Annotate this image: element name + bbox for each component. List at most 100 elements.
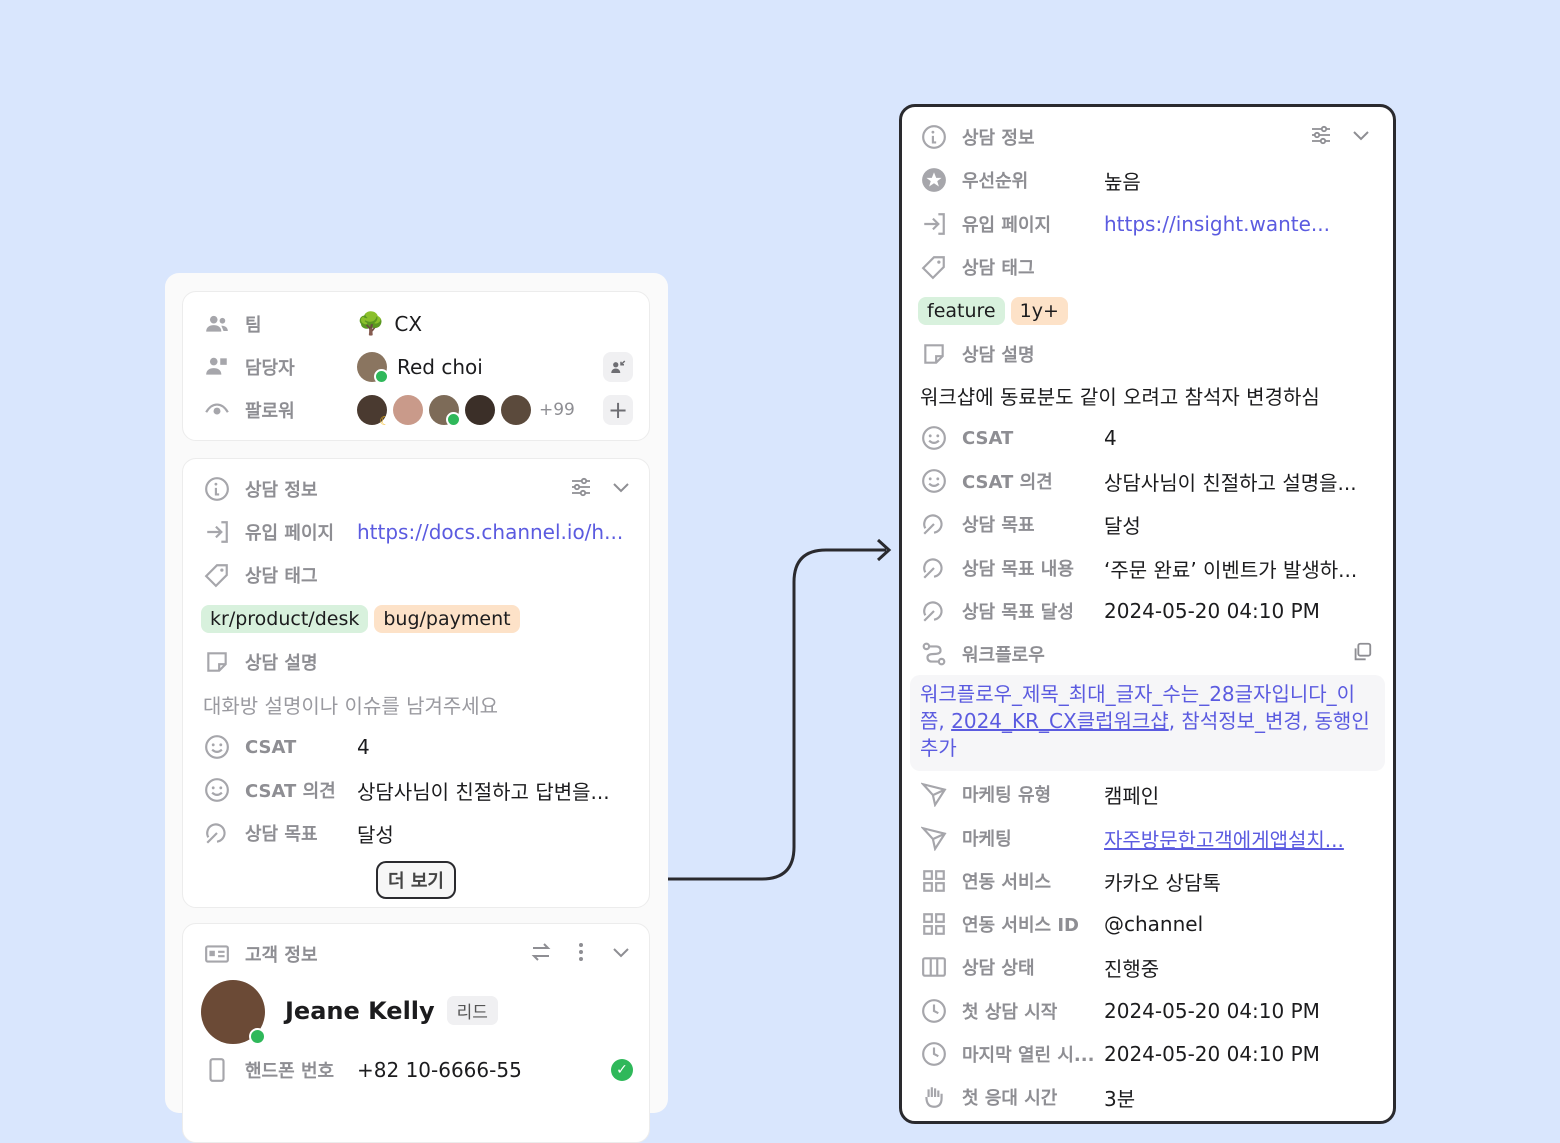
inflow-label: 유입 페이지 xyxy=(962,215,1052,236)
assignee-value[interactable]: Red choi xyxy=(397,355,603,379)
customer-header: 고객 정보 xyxy=(203,934,633,974)
tags-row: kr/product/desk bug/payment xyxy=(201,599,633,639)
clock-icon xyxy=(920,997,948,1025)
smile-icon xyxy=(920,467,948,495)
follower-avatars[interactable]: ☾ +99 xyxy=(357,395,575,428)
tags-label: 상담 태그 xyxy=(962,258,1035,279)
linked-service-id-value[interactable]: @channel xyxy=(1104,912,1373,936)
linked-service-id-row: 연동 서비스 ID @channel xyxy=(920,904,1373,944)
status-row: 상담 상태 진행중 xyxy=(920,947,1373,987)
left-panel: 팀 🌳 CX 담당자 Red choi 팔로워 ☾ +99 + 상담 정보 유입… xyxy=(165,273,668,1143)
csat-value[interactable]: 4 xyxy=(1104,426,1373,450)
goal-achieved-label: 상담 목표 달성 xyxy=(962,602,1074,623)
filter-settings-icon[interactable] xyxy=(1309,123,1333,151)
csat-label: CSAT xyxy=(962,427,1014,449)
first-start-label: 첫 상담 시작 xyxy=(962,1002,1058,1023)
linked-service-value[interactable]: 카카오 상담톡 xyxy=(1104,867,1373,896)
inflow-label: 유입 페이지 xyxy=(245,523,335,544)
chevron-down-icon[interactable] xyxy=(609,475,633,503)
goal-value[interactable]: 달성 xyxy=(1104,510,1373,539)
note-icon xyxy=(203,648,231,676)
filter-settings-icon[interactable] xyxy=(569,475,593,503)
last-open-label: 마지막 열린 시... xyxy=(962,1045,1095,1066)
priority-row: 우선순위 높음 xyxy=(920,160,1373,200)
csat-opinion-row: CSAT 의견 상담사님이 친절하고 답변을... xyxy=(203,770,633,810)
phone-value[interactable]: +82 10-6666-55 xyxy=(357,1058,611,1082)
csat-opinion-value[interactable]: 상담사님이 친절하고 설명을... xyxy=(1104,467,1373,496)
last-open-value[interactable]: 2024-05-20 04:10 PM xyxy=(1104,1042,1373,1066)
customer-avatar[interactable] xyxy=(201,980,266,1045)
chevron-down-icon[interactable] xyxy=(1349,123,1373,151)
desc-label: 상담 설명 xyxy=(245,653,318,674)
inflow-link[interactable]: https://docs.channel.io/h... xyxy=(357,520,633,544)
goal-content-value[interactable]: ‘주문 완료’ 이벤트가 발생하... xyxy=(1104,554,1373,583)
goal-icon xyxy=(920,597,948,625)
desc-input[interactable]: 대화방 설명이나 이슈를 남겨주세요 xyxy=(203,684,633,724)
linked-service-label: 연동 서비스 xyxy=(962,872,1052,893)
tag-chip[interactable]: bug/payment xyxy=(374,605,520,633)
workflow-label-row: 워크플로우 xyxy=(920,634,1373,674)
smile-icon xyxy=(203,776,231,804)
info-icon xyxy=(920,123,948,151)
priority-value[interactable]: 높음 xyxy=(1104,166,1373,195)
consult-info-card: 상담 정보 유입 페이지 https://docs.channel.io/h..… xyxy=(182,458,650,908)
first-start-value[interactable]: 2024-05-20 04:10 PM xyxy=(1104,999,1373,1023)
assignee-icon xyxy=(203,353,231,381)
avatar xyxy=(393,395,423,425)
desc-text[interactable]: 워크샵에 동료분도 같이 오려고 참석자 변경하심 xyxy=(920,375,1373,415)
workflow-link[interactable]: 2024_KR_CX클럽워크샵 xyxy=(951,709,1169,733)
goal-achieved-value[interactable]: 2024-05-20 04:10 PM xyxy=(1104,599,1373,623)
avatar: ☾ xyxy=(357,395,390,428)
marketing-link[interactable]: 자주방문한고객에게앱설치... xyxy=(1104,824,1373,853)
goal-row: 상담 목표 달성 xyxy=(203,813,633,853)
first-response-label: 첫 응대 시간 xyxy=(962,1088,1058,1109)
add-follower-button[interactable]: + xyxy=(603,395,633,425)
marketing-type-value[interactable]: 캠페인 xyxy=(1104,780,1373,809)
send-icon xyxy=(920,780,948,808)
csat-opinion-value[interactable]: 상담사님이 친절하고 답변을... xyxy=(357,776,633,805)
status-value[interactable]: 진행중 xyxy=(1104,953,1373,982)
phone-label: 핸드폰 번호 xyxy=(245,1061,335,1082)
csat-opinion-label: CSAT 의견 xyxy=(962,472,1053,493)
hand-wave-icon xyxy=(920,1083,948,1111)
csat-opinion-row: CSAT 의견 상담사님이 친절하고 설명을... xyxy=(920,461,1373,501)
avatar xyxy=(501,395,531,425)
marketing-type-row: 마케팅 유형 캠페인 xyxy=(920,774,1373,814)
info-icon xyxy=(203,475,231,503)
copy-icon[interactable] xyxy=(1351,641,1373,667)
swap-icon[interactable] xyxy=(529,940,553,968)
goal-value[interactable]: 달성 xyxy=(357,819,633,848)
grid-icon xyxy=(920,867,948,895)
csat-row: CSAT 4 xyxy=(920,418,1373,458)
assignee-avatar[interactable] xyxy=(357,352,389,384)
clock-icon xyxy=(920,1040,948,1068)
tags-row: feature 1y+ xyxy=(918,291,1373,331)
more-button[interactable]: 더 보기 xyxy=(376,861,456,899)
tag-chip[interactable]: 1y+ xyxy=(1010,297,1068,325)
inflow-row: 유입 페이지 https://docs.channel.io/h... xyxy=(203,512,633,552)
send-icon xyxy=(920,824,948,852)
verified-check-icon: ✓ xyxy=(611,1059,633,1081)
team-label: 팀 xyxy=(245,315,262,336)
csat-value[interactable]: 4 xyxy=(357,735,633,759)
consult-title: 상담 정보 xyxy=(245,480,318,501)
tree-icon: 🌳 xyxy=(357,311,385,337)
consult-header: 상담 정보 xyxy=(203,469,633,509)
customer-name[interactable]: Jeane Kelly xyxy=(285,997,435,1025)
linked-service-id-label: 연동 서비스 ID xyxy=(962,915,1079,936)
star-badge-icon xyxy=(920,166,948,194)
assign-to-me-button[interactable] xyxy=(603,352,633,382)
chevron-down-icon[interactable] xyxy=(609,940,633,968)
desc-label-row: 상담 설명 xyxy=(920,334,1373,374)
inflow-link[interactable]: https://insight.wante... xyxy=(1104,212,1373,236)
phone-row: 핸드폰 번호 +82 10-6666-55 ✓ xyxy=(203,1050,633,1090)
follower-extra-count: +99 xyxy=(539,400,575,420)
tag-chip[interactable]: kr/product/desk xyxy=(201,605,369,633)
marketing-row: 마케팅 자주방문한고객에게앱설치... xyxy=(920,818,1373,858)
customer-badge: 리드 xyxy=(446,996,498,1025)
team-value[interactable]: CX xyxy=(394,312,633,336)
first-response-value[interactable]: 3분 xyxy=(1104,1083,1373,1112)
csat-opinion-label: CSAT 의견 xyxy=(245,781,336,802)
more-vertical-icon[interactable] xyxy=(569,940,593,968)
tag-chip[interactable]: feature xyxy=(918,297,1005,325)
